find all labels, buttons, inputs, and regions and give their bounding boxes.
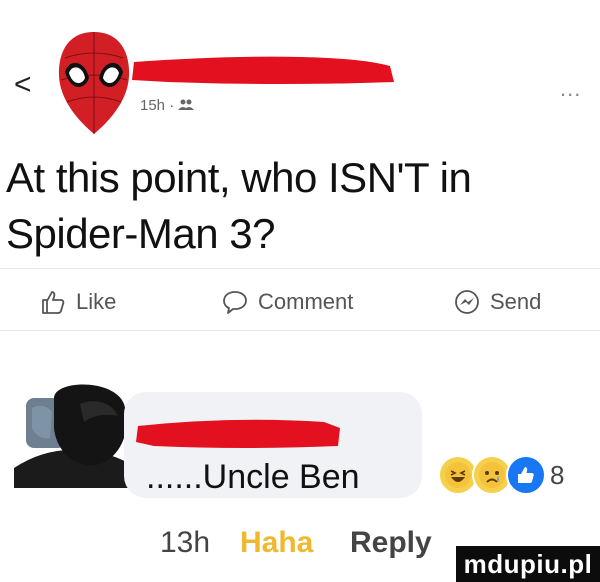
spider-man-avatar[interactable] <box>55 28 133 138</box>
like-reaction-icon <box>506 455 546 495</box>
divider-bottom <box>0 330 600 331</box>
comment-icon <box>223 291 247 314</box>
more-options-button[interactable]: ... <box>560 76 581 102</box>
thumbs-up-icon <box>42 291 65 314</box>
back-button[interactable]: < <box>14 70 32 100</box>
like-button[interactable]: Like <box>40 286 116 318</box>
reaction-count: 8 <box>550 459 565 490</box>
divider-top <box>0 268 600 269</box>
comment-reactions[interactable]: 8 <box>438 455 564 495</box>
post-time: 15h <box>140 97 166 114</box>
comment-button[interactable]: Comment <box>222 286 353 318</box>
comment-time: 13h <box>160 526 211 559</box>
send-label: Send <box>490 289 542 314</box>
meta-separator: · <box>169 97 175 114</box>
comment-label: Comment <box>258 289 354 314</box>
send-button[interactable]: Send <box>454 286 541 318</box>
haha-button[interactable]: Haha <box>240 526 313 560</box>
post-text: At this point, who ISN'T in Spider-Man 3… <box>6 150 586 262</box>
reply-button[interactable]: Reply <box>350 526 432 560</box>
name-redaction <box>132 56 394 84</box>
friends-icon <box>178 99 195 110</box>
post-text-line-2: Spider-Man 3? <box>6 210 275 257</box>
like-label: Like <box>76 289 117 314</box>
site-watermark: mdupiu.pl <box>456 546 600 582</box>
post-text-line-1: At this point, who ISN'T in <box>6 154 472 201</box>
comment-text: ......Uncle Ben <box>146 458 360 496</box>
post-meta: 15h · <box>140 97 195 114</box>
messenger-icon <box>455 290 479 314</box>
commenter-name-redaction <box>136 419 340 448</box>
